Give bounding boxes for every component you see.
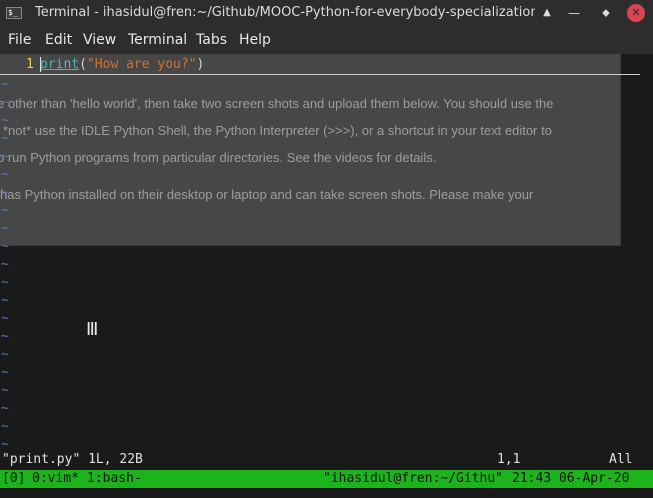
tilde-marker: ~ [1,383,9,398]
tmux-host-title: "ihasidul@fren:~/Githu" [323,471,504,486]
menu-file[interactable]: File [8,32,31,48]
tilde-marker: ~ [1,365,9,380]
terminal-area[interactable]: e other than 'hello world', then take tw… [0,54,653,498]
minimize-icon: — [568,6,580,20]
tmux-clock-time: 21:43 06- [512,471,583,486]
tilde-marker: ~ [1,77,9,92]
tilde-marker: ~ [1,293,9,308]
tilde-marker: ~ [1,149,9,164]
tilde-marker: ~ [1,437,9,452]
menu-bar: File Edit View Terminal Tabs Help [0,27,653,54]
background-text-line: e other than 'hello world', then take tw… [0,96,554,111]
menu-view[interactable]: View [83,32,116,48]
tilde-marker: ~ [1,203,9,218]
close-icon: ✕ [631,6,641,19]
close-button[interactable]: ✕ [627,4,645,22]
tilde-marker: ~ [1,311,9,326]
caret-up-icon: ▲ [543,7,551,18]
menu-tabs[interactable]: Tabs [196,32,227,48]
tilde-marker: ~ [1,167,9,182]
tilde-marker: ~ [1,95,9,110]
terminal-app-icon[interactable]: $_ [6,7,22,19]
tilde-marker: ~ [1,239,9,254]
tilde-marker: ~ [1,419,9,434]
tmux-status-bar: [0] 0:vim* 1:bash- "ihasidul@fren:~/Gith… [0,470,653,488]
line-number: 1 [26,57,34,72]
tmux-clock: 21:43 06-Apr-20 [512,470,629,488]
tmux-window-vim[interactable]: 0:vim* [32,470,79,488]
background-text-line: *not* use the IDLE Python Shell, the Pyt… [3,123,552,138]
menu-edit[interactable]: Edit [45,32,72,48]
tilde-marker: ~ [1,185,9,200]
code-string: "How are you?" [86,57,197,72]
keep-above-button[interactable]: ▲ [537,3,557,23]
ibeam-cursor-icon: Ⅲ [86,319,99,340]
window-titlebar[interactable]: $_ Terminal - ihasidul@fren:~/Github/MOO… [0,0,653,27]
window-title: Terminal - ihasidul@fren:~/Github/MOOC-P… [35,5,535,20]
tmux-session: [0] [2,471,26,486]
menu-help[interactable]: Help [239,32,271,48]
code-paren: ( [79,57,87,72]
tilde-marker: ~ [1,347,9,362]
tilde-marker: ~ [1,329,9,344]
editor-line[interactable]: 1 print("How are you?") [0,56,640,75]
minimize-button[interactable]: — [564,3,584,23]
restore-button[interactable]: ⬥ [596,3,616,23]
tilde-marker: ~ [1,401,9,416]
tilde-marker: ~ [1,113,9,128]
code-function: print [40,57,80,72]
tilde-marker: ~ [1,257,9,272]
background-text-line: o run Python programs from particular di… [0,150,437,165]
code-text[interactable]: print("How are you?") [40,56,204,73]
tilde-marker: ~ [1,275,9,290]
tmux-clock-date: Apr-20 [582,471,630,486]
tilde-marker: ~ [1,221,9,236]
vim-message-line: "print.py" 1L, 22B [2,452,143,467]
tilde-marker: ~ [1,131,9,146]
cursor-position: 1,1 [497,452,521,467]
menu-terminal[interactable]: Terminal [128,32,187,48]
scroll-position: All [609,452,633,467]
code-paren: ) [196,57,205,72]
tmux-window-bash[interactable]: 1:bash- [87,470,142,488]
restore-icon: ⬥ [602,6,610,19]
text-cursor [40,57,41,72]
background-text-line: has Python installed on their desktop or… [0,187,534,202]
